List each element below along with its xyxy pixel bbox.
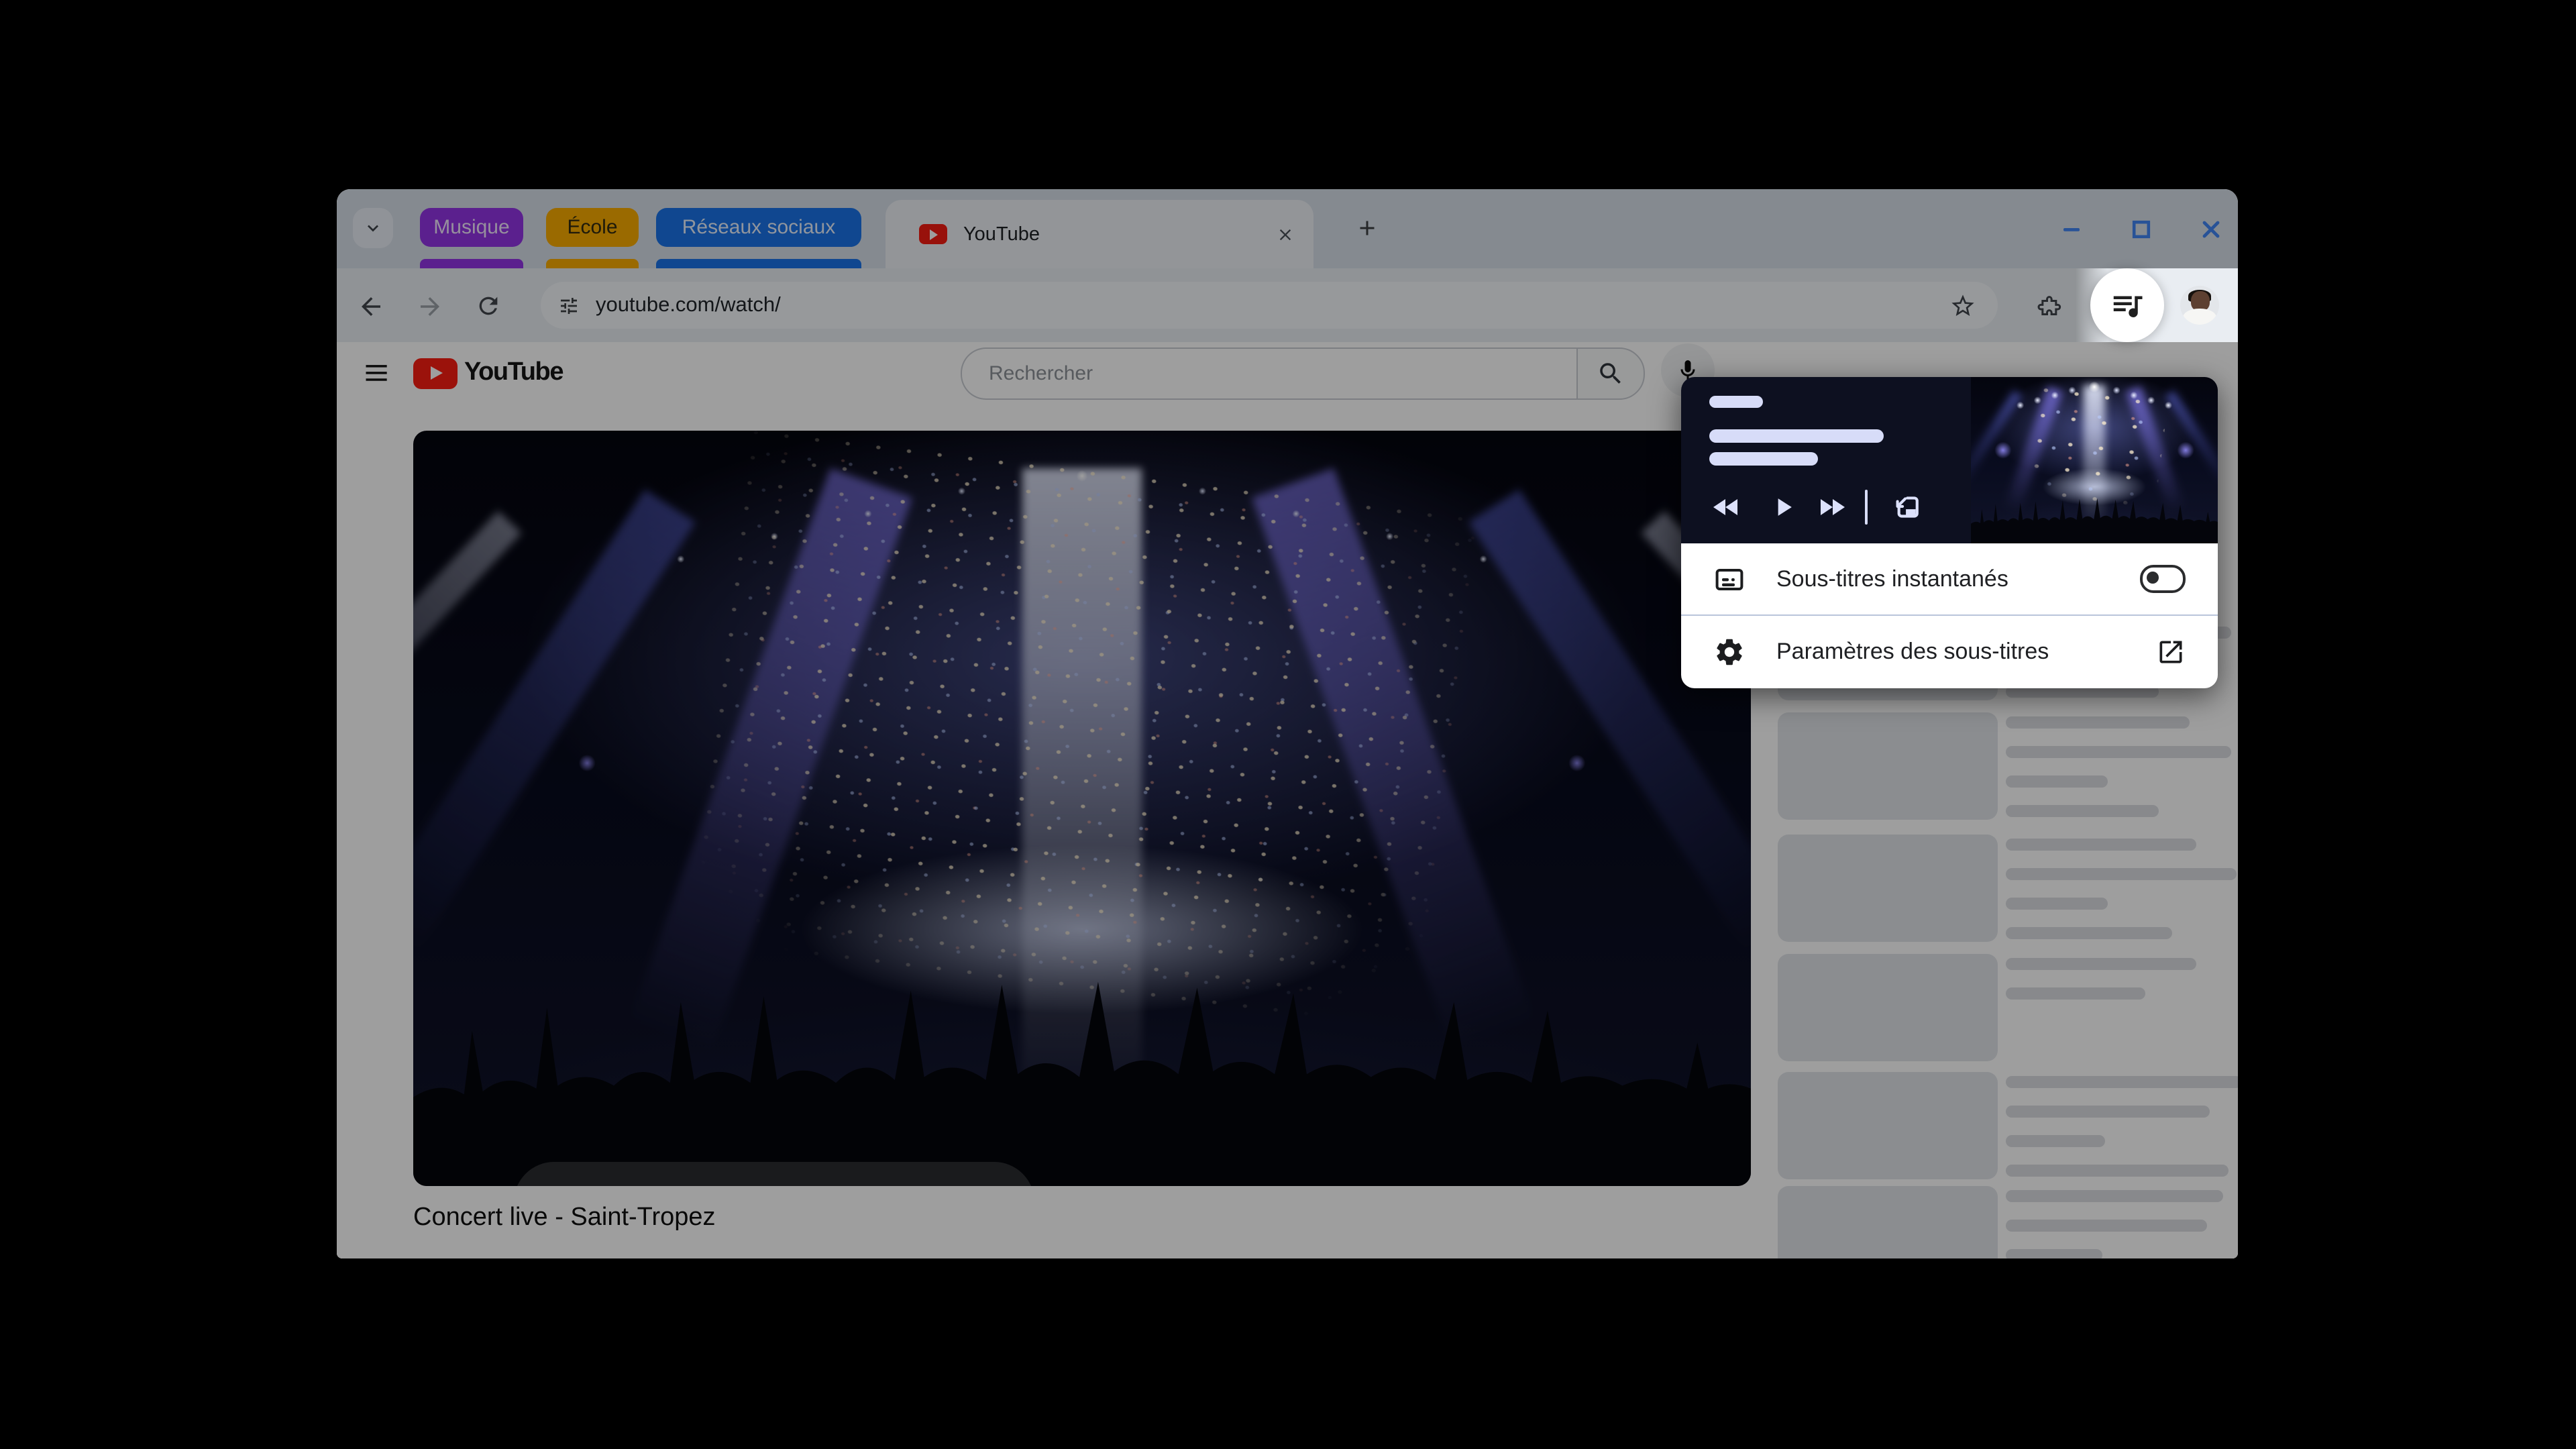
avatar-shirt [2183, 309, 2216, 325]
media-controls-button[interactable] [2090, 268, 2164, 342]
play-icon [1768, 492, 1798, 522]
screen: Musique École Réseaux sociaux YouTube [0, 0, 2576, 1449]
feature-promo-scrim [337, 189, 2238, 1258]
captions-menu: Sous-titres instantanés Paramètres des s… [1681, 543, 2218, 688]
caption-settings-label: Paramètres des sous-titres [1776, 638, 2156, 665]
media-controls-music-icon [2109, 287, 2145, 323]
next-track-icon [1815, 491, 1847, 523]
caption-settings-row[interactable]: Paramètres des sous-titres [1681, 616, 2218, 687]
media-text-placeholder [1709, 429, 1884, 443]
controls-divider [1865, 490, 1868, 525]
picture-in-picture-button[interactable] [1886, 490, 1921, 525]
live-captions-icon [1713, 563, 1746, 595]
live-captions-toggle[interactable] [2140, 565, 2186, 593]
open-in-new-icon [2156, 637, 2186, 666]
play-button[interactable] [1766, 490, 1801, 525]
browser-window: Musique École Réseaux sociaux YouTube [337, 189, 2238, 1258]
toggle-knob [2146, 572, 2158, 584]
previous-track-icon [1711, 491, 1743, 523]
next-track-button[interactable] [1814, 490, 1849, 525]
media-controls-popup: Sous-titres instantanés Paramètres des s… [1681, 377, 2218, 688]
media-session-card [1681, 377, 2218, 543]
previous-track-button[interactable] [1709, 490, 1744, 525]
media-title-placeholder [1709, 396, 1763, 408]
picture-in-picture-icon [1887, 490, 1921, 524]
media-artwork-thumbnail [1971, 377, 2218, 543]
profile-avatar[interactable] [2180, 286, 2219, 325]
media-text-placeholder [1709, 452, 1818, 466]
live-captions-row[interactable]: Sous-titres instantanés [1681, 543, 2218, 614]
live-captions-label: Sous-titres instantanés [1776, 566, 2140, 592]
gear-icon [1713, 635, 1746, 667]
